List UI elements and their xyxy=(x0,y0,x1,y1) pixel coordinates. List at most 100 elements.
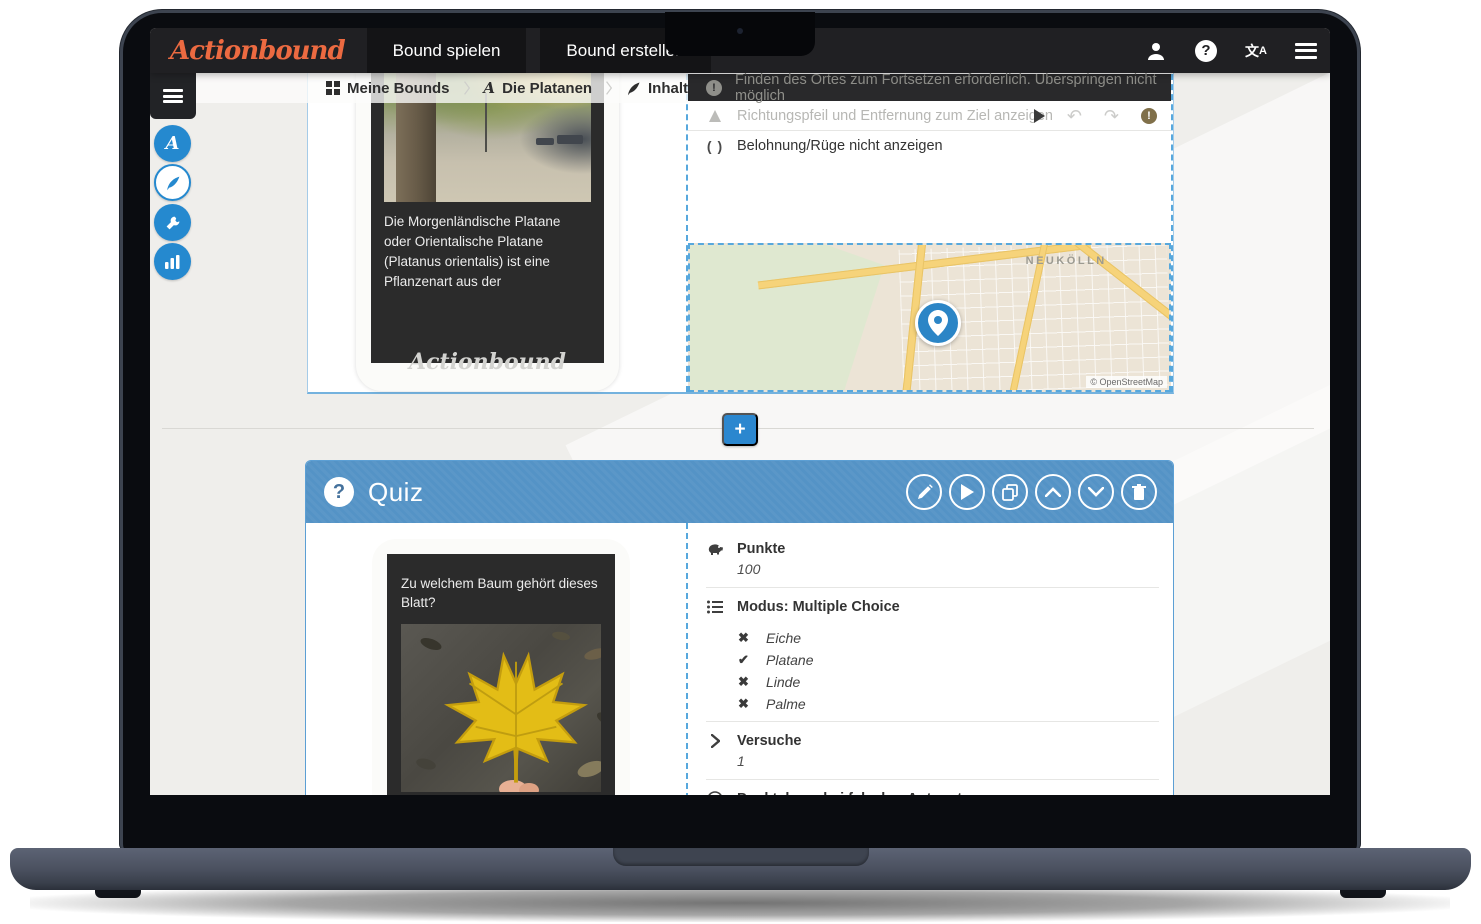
duplicate-icon[interactable] xyxy=(992,474,1028,510)
check-icon: ✔ xyxy=(738,652,752,668)
penalty-row: Punktabzug bei falscher Antwort xyxy=(688,787,1173,795)
add-element-button[interactable]: + xyxy=(722,413,758,446)
breadcrumb-item-meine-bounds[interactable]: Meine Bounds xyxy=(326,80,450,97)
parentheses-icon: ( ) xyxy=(706,138,724,154)
quiz-option: ✖ Eiche xyxy=(688,627,1173,649)
bar-chart-icon xyxy=(165,255,180,269)
attempts-label: Versuche xyxy=(737,733,802,749)
penalty-label: Punktabzug bei falscher Antwort xyxy=(737,791,962,795)
sad-face-icon xyxy=(706,791,724,795)
map-attribution[interactable]: © OpenStreetMap xyxy=(1086,376,1167,388)
selected-element-zone[interactable]: ! Finden des Ortes zum Fortsetzen erford… xyxy=(686,74,1173,392)
row-separator xyxy=(706,721,1159,722)
setting-row-direction-arrow: Richtungspfeil und Entfernung zum Ziel a… xyxy=(688,101,1171,131)
setting-label: Richtungspfeil und Entfernung zum Ziel a… xyxy=(737,108,1053,124)
menu-icon[interactable] xyxy=(1294,39,1318,63)
warning-icon[interactable]: ! xyxy=(1141,108,1157,124)
selected-element-zone[interactable]: Punkte 100 Modus: Multiple Choice ✖ Eich… xyxy=(686,523,1173,795)
setting-row-reward: ( ) Belohnung/Rüge nicht anzeigen xyxy=(688,131,1171,161)
phone-preview: Zu welchem Baum gehört dieses Blatt? xyxy=(372,539,630,795)
points-label: Punkte xyxy=(737,541,785,557)
quiz-header: ? Quiz xyxy=(306,461,1173,523)
quiz-actions xyxy=(906,474,1157,510)
actionbound-watermark: Actionbound xyxy=(356,349,619,375)
quiz-title: Quiz xyxy=(368,477,423,508)
setting-label: Belohnung/Rüge nicht anzeigen xyxy=(737,138,943,154)
row-separator xyxy=(706,587,1159,588)
sidebar-tool-settings[interactable] xyxy=(154,204,191,241)
map-pin-icon[interactable] xyxy=(915,300,961,346)
wrench-icon xyxy=(165,215,181,231)
move-up-icon[interactable] xyxy=(1035,474,1071,510)
stage-card-quiz: ? Quiz xyxy=(305,460,1174,795)
actionbound-a-icon: A xyxy=(483,79,495,97)
laptop-camera-notch xyxy=(665,12,815,56)
editor-sidebar: A xyxy=(150,73,200,119)
points-value: 100 xyxy=(688,561,1173,581)
help-icon[interactable]: ? xyxy=(1194,39,1218,63)
play-icon[interactable] xyxy=(949,474,985,510)
grid-icon xyxy=(326,81,340,95)
sidebar-menu-button[interactable] xyxy=(150,73,196,119)
question-mark-icon: ? xyxy=(324,477,354,507)
redo-icon[interactable]: ↷ xyxy=(1104,107,1119,125)
attempts-row: Versuche xyxy=(688,729,1173,753)
chevron-separator-icon xyxy=(463,79,471,97)
feather-icon xyxy=(626,81,641,96)
sidebar-tool-bound[interactable]: A xyxy=(154,125,191,162)
car-silhouette xyxy=(536,138,554,145)
actionbound-logo[interactable]: Actionbound xyxy=(170,36,345,66)
option-label: Palme xyxy=(766,696,806,712)
navbar-icons: ? 文A xyxy=(1144,28,1318,73)
option-label: Linde xyxy=(766,674,800,690)
sidebar-tool-content[interactable] xyxy=(154,164,191,201)
cross-icon: ✖ xyxy=(738,630,752,646)
cross-icon: ✖ xyxy=(738,696,752,712)
play-icon[interactable] xyxy=(1034,109,1045,123)
list-icon xyxy=(706,600,724,614)
leaf-photo xyxy=(401,624,601,792)
openstreetmap-view[interactable]: NEUKÖLLN © OpenStreetMap xyxy=(688,243,1171,392)
option-label: Platane xyxy=(766,652,813,668)
chevron-right-icon xyxy=(706,734,724,748)
car-silhouette xyxy=(557,135,583,144)
breadcrumb-item-inhalt[interactable]: Inhalt xyxy=(626,80,688,97)
row-separator xyxy=(706,779,1159,780)
map-district-label: NEUKÖLLN xyxy=(1026,255,1107,267)
laptop-grip-notch xyxy=(613,848,869,866)
quiz-option: ✖ Linde xyxy=(688,671,1173,693)
translate-icon[interactable]: 文A xyxy=(1244,39,1268,63)
quiz-question-text: Zu welchem Baum gehört dieses Blatt? xyxy=(401,574,601,612)
setting-row-find-location: ! Finden des Ortes zum Fortsetzen erford… xyxy=(688,74,1171,101)
quiz-option: ✖ Palme xyxy=(688,693,1173,715)
feather-icon xyxy=(165,175,181,191)
cross-icon: ✖ xyxy=(738,674,752,690)
chevron-separator-icon xyxy=(605,79,613,97)
undo-icon[interactable]: ↶ xyxy=(1067,107,1082,125)
breadcrumb: Meine Bounds A Die Platanen Inhalt xyxy=(196,73,688,103)
location-arrow-icon xyxy=(706,110,724,122)
phone-screen: Zu welchem Baum gehört dieses Blatt? xyxy=(387,554,615,795)
nav-item-bound-spielen[interactable]: Bound spielen xyxy=(367,28,527,73)
edit-icon[interactable] xyxy=(906,474,942,510)
sidebar-tool-results[interactable] xyxy=(154,243,191,280)
move-down-icon[interactable] xyxy=(1078,474,1114,510)
breadcrumb-label: Meine Bounds xyxy=(347,80,450,97)
setting-label: Finden des Ortes zum Fortsetzen erforder… xyxy=(735,72,1157,104)
delete-icon[interactable] xyxy=(1121,474,1157,510)
actionbound-a-icon: A xyxy=(166,133,180,154)
laptop-base xyxy=(10,848,1471,890)
breadcrumb-label: Inhalt xyxy=(648,80,688,97)
points-row: Punkte xyxy=(688,537,1173,561)
breadcrumb-item-die-platanen[interactable]: A Die Platanen xyxy=(483,79,592,97)
mode-label: Modus: Multiple Choice xyxy=(737,599,900,615)
exclamation-circle-icon: ! xyxy=(706,80,722,96)
browser-viewport: …bis in den westlichen Himalaja beheimat… xyxy=(150,28,1330,795)
webcam-dot xyxy=(737,28,743,34)
attempts-value: 1 xyxy=(688,753,1173,773)
breadcrumb-label: Die Platanen xyxy=(502,80,592,97)
mode-row: Modus: Multiple Choice xyxy=(688,595,1173,619)
option-label: Eiche xyxy=(766,630,801,646)
user-icon[interactable] xyxy=(1144,39,1168,63)
menu-icon xyxy=(163,89,183,103)
